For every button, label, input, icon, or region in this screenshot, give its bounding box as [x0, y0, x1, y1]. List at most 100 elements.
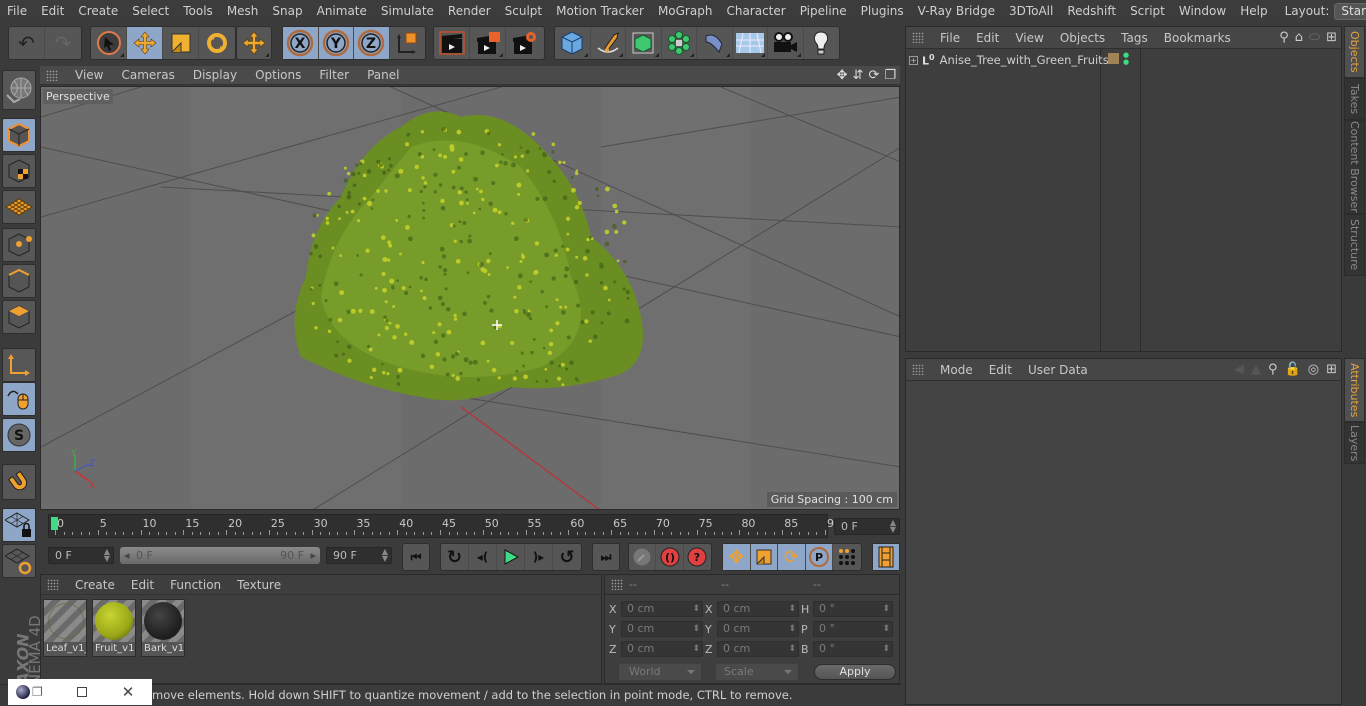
- panel-grip-icon[interactable]: [611, 579, 623, 590]
- spinner-icon[interactable]: ▲ ▼: [890, 519, 896, 534]
- key-rotation-button[interactable]: ⟳: [778, 544, 806, 570]
- menu-character[interactable]: Character: [719, 0, 792, 22]
- locked-workplane-button[interactable]: [2, 508, 36, 542]
- end-frame-field[interactable]: 90 F ▲ ▼: [326, 547, 392, 564]
- polygon-mode-button[interactable]: [2, 300, 36, 334]
- material-leaf[interactable]: Leaf_v1_: [43, 599, 87, 657]
- link-icon[interactable]: ⬭: [1309, 30, 1320, 45]
- key-scale-button[interactable]: [750, 544, 779, 570]
- size-y-field[interactable]: 0 cm: [717, 621, 799, 637]
- menu-window[interactable]: Window: [1172, 0, 1233, 22]
- objects-menu-edit[interactable]: Edit: [968, 31, 1007, 45]
- layout-select[interactable]: Startup: [1334, 2, 1366, 20]
- menu-animate[interactable]: Animate: [310, 0, 374, 22]
- panel-grip-icon[interactable]: [912, 32, 924, 43]
- deformer-button[interactable]: [697, 27, 733, 59]
- edge-mode-button[interactable]: [2, 264, 36, 298]
- tab-takes[interactable]: Takes: [1344, 78, 1365, 120]
- object-name[interactable]: Anise_Tree_with_Green_Fruits: [940, 53, 1109, 67]
- next-frame-button[interactable]: )▸: [525, 544, 553, 570]
- frame-range-slider[interactable]: ◂ 0 F 90 F ▸: [120, 547, 320, 564]
- target-icon[interactable]: ◎: [1308, 362, 1319, 377]
- apply-button[interactable]: Apply: [814, 664, 896, 680]
- menu-create[interactable]: Create: [71, 0, 125, 22]
- home-icon[interactable]: ⌂: [1295, 30, 1303, 45]
- menu-motion-tracker[interactable]: Motion Tracker: [549, 0, 651, 22]
- menu-file[interactable]: File: [0, 0, 34, 22]
- rotation-h-field[interactable]: 0 °: [813, 601, 893, 617]
- cloner-button[interactable]: [662, 27, 697, 59]
- pen-spline-button[interactable]: [591, 27, 626, 59]
- next-key-button[interactable]: ↺: [553, 544, 581, 570]
- undo-button[interactable]: ↶: [9, 27, 45, 59]
- search-icon[interactable]: ⚲: [1279, 30, 1289, 45]
- autokey-button[interactable]: (): [656, 544, 684, 570]
- menu-snap[interactable]: Snap: [265, 0, 309, 22]
- cinema4d-app-icon[interactable]: [16, 685, 30, 699]
- prev-key-button[interactable]: ↻: [441, 544, 469, 570]
- panel-grip-icon[interactable]: [47, 579, 59, 590]
- objects-menu-file[interactable]: File: [932, 31, 968, 45]
- range-right-arrow[interactable]: ▸: [310, 547, 316, 564]
- prev-frame-button[interactable]: ◂(: [469, 544, 497, 570]
- menu-pipeline[interactable]: Pipeline: [793, 0, 854, 22]
- maximize-view-icon[interactable]: ❐: [884, 68, 896, 83]
- material-fruit[interactable]: Fruit_v1: [92, 599, 136, 657]
- record-keys-button[interactable]: [629, 544, 657, 570]
- coordinate-space-select[interactable]: World: [619, 664, 701, 680]
- key-pla-button[interactable]: [833, 544, 861, 570]
- menu-help[interactable]: Help: [1233, 0, 1274, 22]
- render-view-button[interactable]: [434, 27, 470, 59]
- position-y-field[interactable]: 0 cm: [621, 621, 703, 637]
- texture-mode-button[interactable]: [2, 154, 36, 188]
- attributes-menu-edit[interactable]: Edit: [981, 363, 1020, 377]
- point-mode-button[interactable]: [2, 228, 36, 262]
- objects-menu-objects[interactable]: Objects: [1052, 31, 1113, 45]
- lock-icon[interactable]: 🔓: [1285, 362, 1301, 377]
- objects-menu-tags[interactable]: Tags: [1113, 31, 1156, 45]
- axis-mode-button[interactable]: [2, 348, 36, 382]
- viewport-menu-filter[interactable]: Filter: [310, 68, 358, 82]
- tab-attributes[interactable]: Attributes: [1344, 358, 1365, 422]
- viewport-menu-cameras[interactable]: Cameras: [112, 68, 183, 82]
- material-menu-create[interactable]: Create: [67, 578, 123, 592]
- viewport-menu-panel[interactable]: Panel: [358, 68, 408, 82]
- panel-grip-icon[interactable]: [912, 364, 924, 375]
- light-button[interactable]: [804, 27, 839, 59]
- redo-button[interactable]: ↷: [45, 27, 81, 59]
- render-picture-viewer-button[interactable]: [470, 27, 506, 59]
- attributes-menu-user-data[interactable]: User Data: [1020, 363, 1096, 377]
- position-x-field[interactable]: 0 cm: [621, 601, 703, 617]
- material-bark[interactable]: Bark_v1: [141, 599, 185, 657]
- timeline-window-button[interactable]: [873, 544, 899, 570]
- tab-objects[interactable]: Objects: [1344, 26, 1365, 78]
- restore-icon[interactable]: ❐: [32, 685, 43, 699]
- menu-vray-bridge[interactable]: V-Ray Bridge: [911, 0, 1002, 22]
- key-parameter-button[interactable]: P: [805, 544, 834, 570]
- menu-redshift[interactable]: Redshift: [1060, 0, 1123, 22]
- key-position-button[interactable]: ✥: [723, 544, 751, 570]
- objects-menu-bookmarks[interactable]: Bookmarks: [1156, 31, 1239, 45]
- position-z-field[interactable]: 0 cm: [621, 641, 703, 657]
- cube-button[interactable]: [555, 27, 591, 59]
- material-menu-edit[interactable]: Edit: [123, 578, 162, 592]
- menu-plugins[interactable]: Plugins: [854, 0, 911, 22]
- material-menu-function[interactable]: Function: [162, 578, 229, 592]
- search-icon[interactable]: ⚲: [1268, 362, 1278, 377]
- live-selection-button[interactable]: [91, 27, 127, 59]
- goto-end-button[interactable]: ⏭: [593, 544, 619, 570]
- current-frame-field[interactable]: 0 F ▲ ▼: [834, 518, 900, 535]
- viewport-menu-options[interactable]: Options: [246, 68, 310, 82]
- play-button[interactable]: [497, 544, 525, 570]
- x-axis-lock-button[interactable]: X: [283, 27, 319, 59]
- subdivision-button[interactable]: [626, 27, 662, 59]
- timeline-ruler[interactable]: 051015202530354045505560657075808590: [48, 514, 841, 538]
- menu-render[interactable]: Render: [441, 0, 498, 22]
- move-tool-button[interactable]: [127, 27, 163, 59]
- recent-tool-button[interactable]: [237, 27, 271, 59]
- menu-mograph[interactable]: MoGraph: [651, 0, 720, 22]
- list-item[interactable]: + L0 Anise_Tree_with_Green_Fruits ● ●: [906, 51, 1140, 69]
- close-icon[interactable]: ✕: [122, 683, 135, 701]
- snap-settings-button[interactable]: S: [2, 418, 36, 452]
- transform-mode-select[interactable]: Scale: [716, 664, 798, 680]
